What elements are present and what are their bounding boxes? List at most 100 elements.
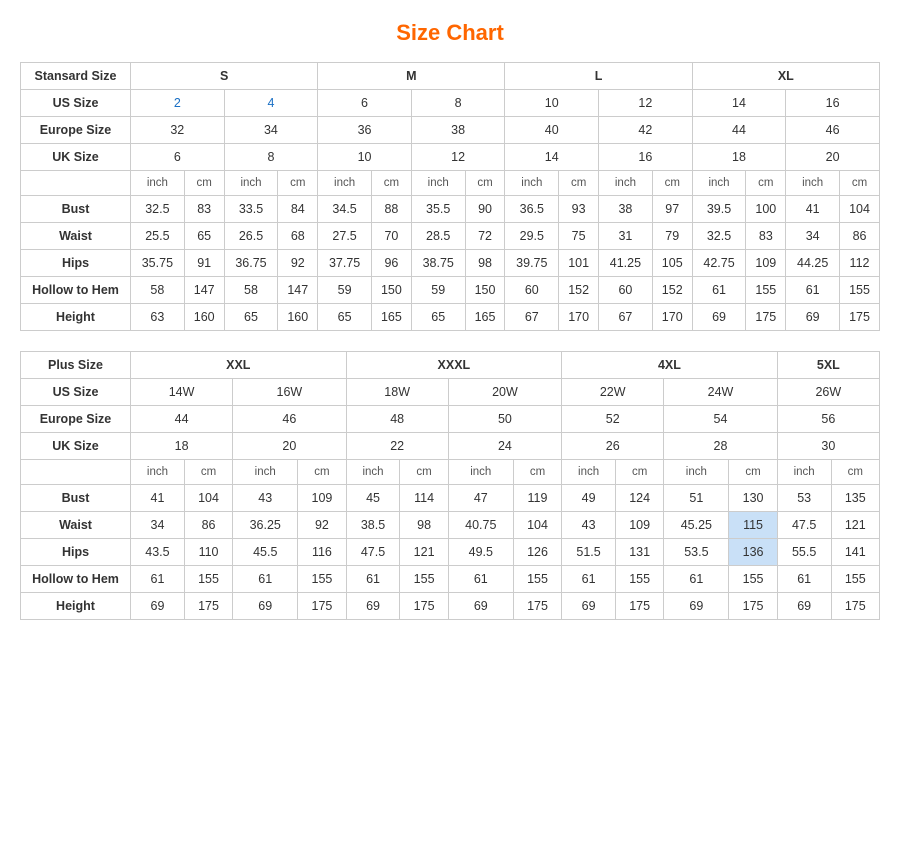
std-height-3: 160 (278, 304, 318, 331)
plus-blank-unit (21, 460, 131, 485)
standard-us-size-label: US Size (21, 90, 131, 117)
plus-eu-52: 52 (562, 406, 664, 433)
plus-height-11: 175 (729, 593, 777, 620)
std-hollow-2: 58 (224, 277, 278, 304)
us-size-4: 4 (224, 90, 318, 117)
std-height-10: 67 (599, 304, 653, 331)
plus-hollow-0: 61 (131, 566, 185, 593)
std-height-4: 65 (318, 304, 372, 331)
std-hips-5: 96 (371, 250, 411, 277)
plus-height-12: 69 (777, 593, 831, 620)
plus-height-9: 175 (616, 593, 664, 620)
std-bust-13: 100 (746, 196, 786, 223)
std-hips-15: 112 (840, 250, 880, 277)
plus-eu-46: 46 (233, 406, 346, 433)
uk-size-8: 8 (224, 144, 318, 171)
standard-col-xl: XL (692, 63, 879, 90)
std-bust-label: Bust (21, 196, 131, 223)
std-waist-12: 32.5 (692, 223, 746, 250)
std-unit-inch-1: inch (131, 171, 185, 196)
std-hips-9: 101 (559, 250, 599, 277)
plus-uk-28: 28 (664, 433, 777, 460)
us-size-12: 12 (599, 90, 693, 117)
plus-unit-cm-2: cm (298, 460, 346, 485)
std-hips-label: Hips (21, 250, 131, 277)
plus-hips-13: 141 (831, 539, 879, 566)
std-unit-inch-7: inch (692, 171, 746, 196)
std-bust-6: 35.5 (411, 196, 465, 223)
std-hips-2: 36.75 (224, 250, 278, 277)
std-unit-cm-5: cm (559, 171, 599, 196)
standard-size-type-label: Stansard Size (21, 63, 131, 90)
us-size-6: 6 (318, 90, 412, 117)
plus-hips-10: 53.5 (664, 539, 729, 566)
plus-bust-11: 130 (729, 485, 777, 512)
std-waist-11: 79 (652, 223, 692, 250)
std-bust-11: 97 (652, 196, 692, 223)
std-hollow-13: 155 (746, 277, 786, 304)
us-size-10: 10 (505, 90, 599, 117)
std-unit-cm-4: cm (465, 171, 505, 196)
std-bust-3: 84 (278, 196, 318, 223)
std-bust-10: 38 (599, 196, 653, 223)
page-title: Size Chart (20, 20, 880, 46)
plus-height-4: 69 (346, 593, 400, 620)
plus-unit-cm-6: cm (729, 460, 777, 485)
std-height-0: 63 (131, 304, 185, 331)
std-hips-7: 98 (465, 250, 505, 277)
std-hollow-10: 60 (599, 277, 653, 304)
uk-size-16: 16 (599, 144, 693, 171)
plus-us-20w: 20W (448, 379, 561, 406)
std-hips-12: 42.75 (692, 250, 746, 277)
std-waist-7: 72 (465, 223, 505, 250)
std-unit-inch-2: inch (224, 171, 278, 196)
std-hips-1: 91 (184, 250, 224, 277)
plus-hollow-3: 155 (298, 566, 346, 593)
plus-bust-3: 109 (298, 485, 346, 512)
plus-hollow-label: Hollow to Hem (21, 566, 131, 593)
std-height-5: 165 (371, 304, 411, 331)
std-hollow-3: 147 (278, 277, 318, 304)
std-unit-inch-4: inch (411, 171, 465, 196)
plus-height-10: 69 (664, 593, 729, 620)
std-bust-1: 83 (184, 196, 224, 223)
std-bust-4: 34.5 (318, 196, 372, 223)
std-hollow-label: Hollow to Hem (21, 277, 131, 304)
std-bust-7: 90 (465, 196, 505, 223)
plus-waist-8: 43 (562, 512, 616, 539)
plus-waist-10: 45.25 (664, 512, 729, 539)
plus-waist-label: Waist (21, 512, 131, 539)
std-height-2: 65 (224, 304, 278, 331)
plus-col-5xl: 5XL (777, 352, 879, 379)
plus-height-13: 175 (831, 593, 879, 620)
plus-hips-5: 121 (400, 539, 448, 566)
plus-height-5: 175 (400, 593, 448, 620)
std-hips-6: 38.75 (411, 250, 465, 277)
std-unit-cm-3: cm (371, 171, 411, 196)
std-bust-0: 32.5 (131, 196, 185, 223)
plus-waist-11: 115 (729, 512, 777, 539)
plus-bust-label: Bust (21, 485, 131, 512)
std-height-9: 170 (559, 304, 599, 331)
plus-waist-0: 34 (131, 512, 185, 539)
uk-size-18: 18 (692, 144, 786, 171)
plus-unit-inch-6: inch (664, 460, 729, 485)
std-height-label: Height (21, 304, 131, 331)
std-hips-3: 92 (278, 250, 318, 277)
us-size-8: 8 (411, 90, 505, 117)
plus-hollow-2: 61 (233, 566, 298, 593)
std-unit-inch-6: inch (599, 171, 653, 196)
plus-eu-44: 44 (131, 406, 233, 433)
std-waist-15: 86 (840, 223, 880, 250)
plus-unit-cm-7: cm (831, 460, 879, 485)
std-unit-inch-5: inch (505, 171, 559, 196)
plus-waist-9: 109 (616, 512, 664, 539)
std-waist-3: 68 (278, 223, 318, 250)
plus-hips-12: 55.5 (777, 539, 831, 566)
std-bust-14: 41 (786, 196, 840, 223)
eu-size-46: 46 (786, 117, 880, 144)
std-unit-cm-2: cm (278, 171, 318, 196)
plus-hips-4: 47.5 (346, 539, 400, 566)
uk-size-6: 6 (131, 144, 225, 171)
standard-col-m: M (318, 63, 505, 90)
